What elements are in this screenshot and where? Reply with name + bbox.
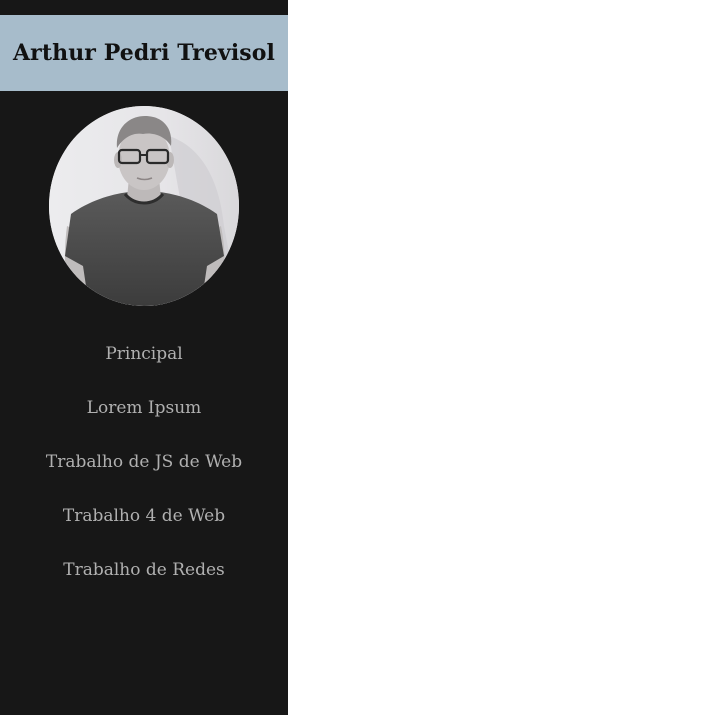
nav-item-lorem-ipsum: Lorem Ipsum: [0, 381, 288, 435]
nav-link-trabalho-4-web[interactable]: Trabalho 4 de Web: [63, 506, 225, 526]
main-content: [288, 0, 725, 715]
nav-item-trabalho-4-web: Trabalho 4 de Web: [0, 489, 288, 543]
nav-link-principal[interactable]: Principal: [105, 344, 182, 364]
nav-item-trabalho-redes: Trabalho de Redes: [0, 543, 288, 597]
site-header: Arthur Pedri Trevisol: [0, 15, 288, 91]
main-nav: Principal Lorem Ipsum Trabalho de JS de …: [0, 327, 288, 597]
avatar: [49, 106, 239, 306]
profile-photo-icon: [49, 106, 239, 306]
nav-link-trabalho-js-web[interactable]: Trabalho de JS de Web: [46, 452, 242, 472]
nav-item-trabalho-js-web: Trabalho de JS de Web: [0, 435, 288, 489]
nav-item-principal: Principal: [0, 327, 288, 381]
nav-link-trabalho-redes[interactable]: Trabalho de Redes: [63, 560, 225, 580]
nav-link-lorem-ipsum[interactable]: Lorem Ipsum: [87, 398, 202, 418]
sidebar: Arthur Pedri Trevisol Principal Lorem Ip…: [0, 0, 288, 715]
site-title[interactable]: Arthur Pedri Trevisol: [13, 40, 275, 66]
